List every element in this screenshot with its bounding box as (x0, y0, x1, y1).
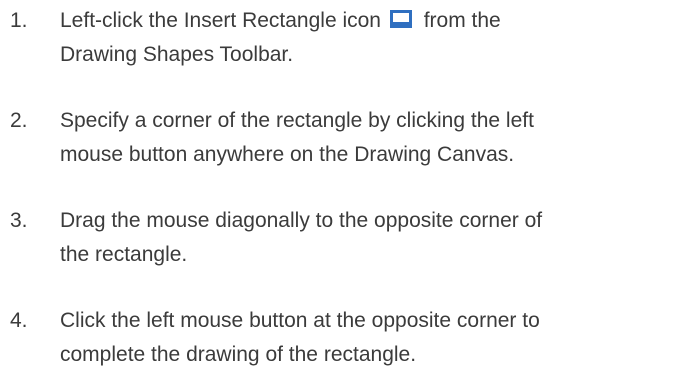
step-text-after-icon: from the (423, 9, 501, 32)
step-number: 2. (10, 109, 28, 132)
step-line: Click the left mouse button at the oppos… (60, 309, 540, 332)
step-line: complete the drawing of the rectangle. (60, 343, 417, 366)
step-text: Click the left mouse button at the oppos… (60, 304, 684, 372)
step-line: mouse button anywhere on the Drawing Can… (60, 143, 515, 166)
step-text: Left-click the Insert Rectangle icon fro… (60, 4, 684, 72)
step-line: Left-click the Insert Rectangle icon fro… (60, 4, 684, 38)
step-text: Specify a corner of the rectangle by cli… (60, 104, 684, 172)
instruction-list: 1. Left-click the Insert Rectangle icon … (0, 0, 687, 387)
step-line: the rectangle. (60, 243, 188, 266)
step-text-before-icon: Left-click the Insert Rectangle icon (60, 9, 381, 32)
step-line: Specify a corner of the rectangle by cli… (60, 109, 534, 132)
step-line: Drawing Shapes Toolbar. (60, 43, 294, 66)
step-number: 1. (10, 9, 28, 32)
step-line: Drag the mouse diagonally to the opposit… (60, 209, 543, 232)
rectangle-tool-icon (389, 10, 412, 28)
step-number: 3. (10, 209, 28, 232)
step-text: Drag the mouse diagonally to the opposit… (60, 204, 684, 272)
step-number: 4. (10, 309, 28, 332)
